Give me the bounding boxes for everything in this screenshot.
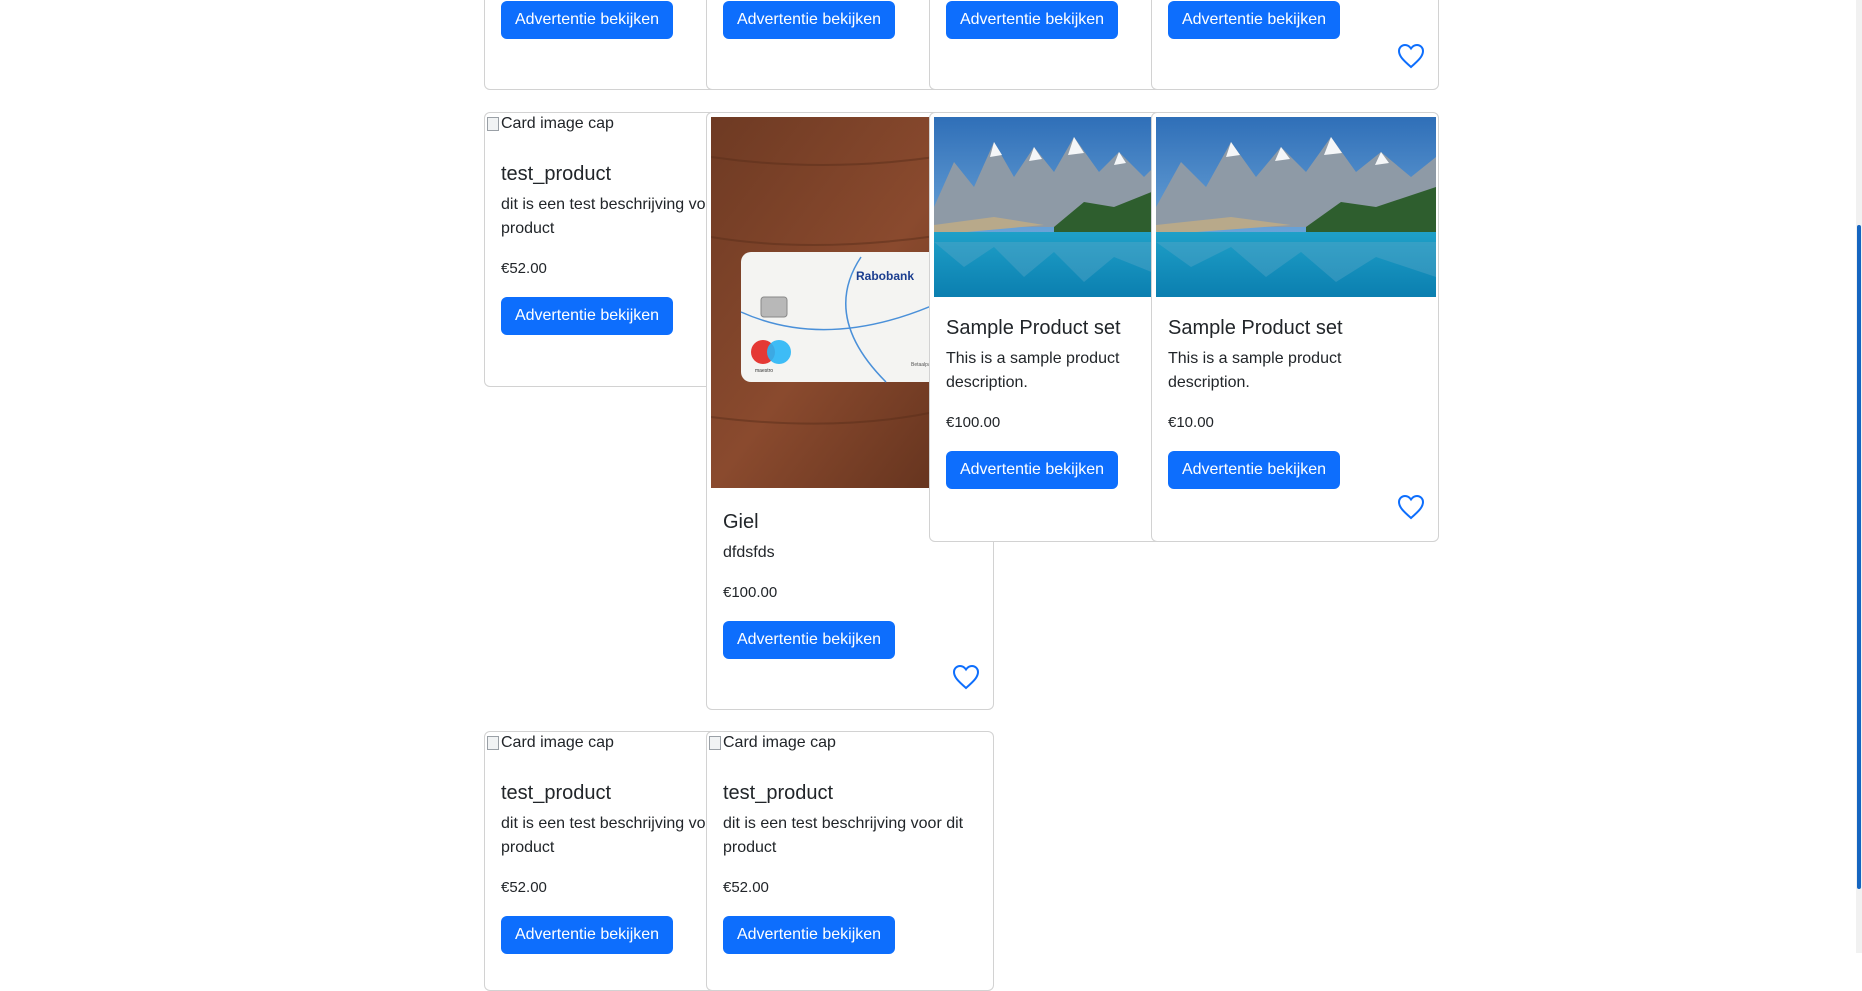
product-title: Sample Product set (946, 317, 1121, 339)
broken-image-icon (487, 117, 499, 131)
view-ad-button[interactable]: Advertentie bekijken (723, 621, 895, 659)
product-price: €52.00 (723, 879, 769, 896)
heart-icon[interactable] (1397, 494, 1425, 520)
product-image (1156, 117, 1436, 297)
product-card: Sample Product set This is a sample prod… (1151, 112, 1439, 542)
view-ad-button[interactable]: Advertentie bekijken (501, 1, 673, 39)
product-price: €100.00 (723, 584, 778, 601)
product-title: Giel (723, 511, 759, 533)
product-description: dit is een test beschrijving voor dit pr… (723, 815, 964, 856)
svg-text:maestro: maestro (755, 368, 773, 374)
scrollbar[interactable] (1856, 0, 1862, 953)
image-alt-text: Card image cap (723, 734, 836, 751)
view-ad-button[interactable]: Advertentie bekijken (723, 916, 895, 954)
product-card: Sample Product set This is a sample prod… (929, 112, 1167, 542)
product-card: Advertentie bekijken (1151, 0, 1439, 90)
view-ad-button[interactable]: Advertentie bekijken (1168, 1, 1340, 39)
product-price: €10.00 (1168, 414, 1214, 431)
product-description: dfdsfds (723, 544, 775, 561)
product-description: This is a sample product description. (1168, 350, 1342, 391)
mountain-lake-photo (934, 117, 1164, 297)
heart-icon[interactable] (952, 664, 980, 690)
product-price: €52.00 (501, 260, 547, 277)
product-card: Card image cap test_product dit is een t… (484, 112, 741, 387)
product-description: This is a sample product description. (946, 350, 1120, 391)
view-ad-button[interactable]: Advertentie bekijken (1168, 451, 1340, 489)
product-title: test_product (501, 782, 612, 804)
broken-image-icon (487, 736, 499, 750)
broken-image-icon (709, 736, 721, 750)
scrollbar-thumb[interactable] (1857, 225, 1861, 889)
image-alt-text: Card image cap (501, 115, 614, 132)
product-card: Advertentie bekijken (706, 0, 944, 90)
product-image (934, 117, 1164, 297)
product-card: Advertentie bekijken (929, 0, 1167, 90)
product-card: Advertentie bekijken (484, 0, 722, 90)
svg-text:Rabobank: Rabobank (856, 269, 914, 283)
product-price: €52.00 (501, 879, 547, 896)
image-alt-text: Card image cap (501, 734, 614, 751)
product-image: Card image cap (487, 734, 614, 752)
product-title: Sample Product set (1168, 317, 1343, 339)
product-image: Card image cap (487, 115, 614, 133)
product-title: test_product (501, 163, 612, 185)
product-title: test_product (723, 782, 834, 804)
product-image: Card image cap (709, 734, 836, 752)
product-price: €100.00 (946, 414, 1001, 431)
product-card: Card image cap test_product dit is een t… (706, 731, 994, 991)
mountain-lake-photo (1156, 117, 1436, 297)
view-ad-button[interactable]: Advertentie bekijken (723, 1, 895, 39)
view-ad-button[interactable]: Advertentie bekijken (946, 1, 1118, 39)
view-ad-button[interactable]: Advertentie bekijken (946, 451, 1118, 489)
view-ad-button[interactable]: Advertentie bekijken (501, 916, 673, 954)
heart-icon[interactable] (1397, 43, 1425, 69)
product-card: Card image cap test_product dit is een t… (484, 731, 741, 991)
view-ad-button[interactable]: Advertentie bekijken (501, 297, 673, 335)
